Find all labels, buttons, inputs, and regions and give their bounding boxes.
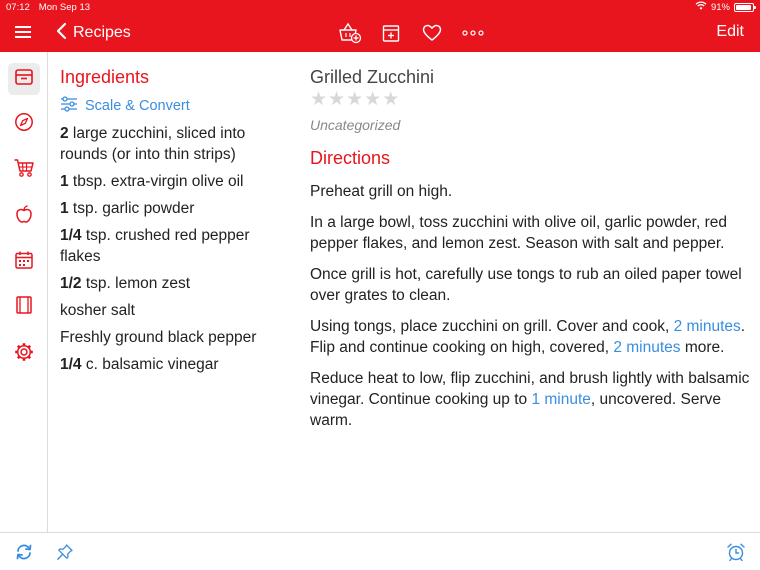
ingredient-qty: 2 xyxy=(60,125,69,142)
scale-convert-label: Scale & Convert xyxy=(85,98,190,114)
back-button[interactable]: Recipes xyxy=(56,20,131,46)
ingredient-text: kosher salt xyxy=(60,302,135,319)
star-icon[interactable]: ★ xyxy=(346,90,363,109)
ingredient-qty: 1/4 xyxy=(60,227,82,244)
ingredients-title: Ingredients xyxy=(60,67,150,87)
ingredient-item[interactable]: Freshly ground black pepper xyxy=(60,327,292,348)
sidebar-item-pantry[interactable] xyxy=(8,200,40,232)
status-time: 07:12 xyxy=(6,1,30,13)
sidebar-item-recipes[interactable] xyxy=(8,63,40,95)
battery-icon xyxy=(734,2,756,12)
bottom-toolbar xyxy=(0,532,760,570)
ingredients-list: 2 large zucchini, sliced into rounds (or… xyxy=(60,123,292,375)
sidebar-item-settings[interactable] xyxy=(8,338,40,370)
ingredient-qty: 1/2 xyxy=(60,275,82,292)
heart-icon[interactable] xyxy=(420,21,444,45)
menu-icon[interactable] xyxy=(14,23,32,41)
cart-icon xyxy=(13,158,35,183)
ingredient-item[interactable]: 2 large zucchini, sliced into rounds (or… xyxy=(60,123,292,165)
step-text: Using tongs, place zucchini on grill. Co… xyxy=(310,318,674,335)
directions-list: Preheat grill on high. In a large bowl, … xyxy=(310,181,750,431)
ingredient-text: tsp. crushed red pepper flakes xyxy=(60,227,250,265)
more-icon[interactable] xyxy=(461,21,485,45)
nav-bar: Recipes Edit xyxy=(0,14,760,52)
ingredient-text: large zucchini, sliced into rounds (or i… xyxy=(60,125,246,163)
chevron-left-icon xyxy=(56,22,67,45)
ingredient-item[interactable]: 1 tbsp. extra-virgin olive oil xyxy=(60,171,292,192)
ingredient-qty: 1 xyxy=(60,200,69,217)
recipe-box-icon xyxy=(14,67,34,92)
direction-step: Preheat grill on high. xyxy=(310,183,453,200)
timer-link[interactable]: 2 minutes xyxy=(613,339,680,356)
edit-button[interactable]: Edit xyxy=(716,23,744,41)
pin-icon[interactable] xyxy=(56,543,74,561)
direction-step: Using tongs, place zucchini on grill. Co… xyxy=(310,316,750,358)
recipe-title: Grilled Zucchini xyxy=(310,67,435,87)
compass-icon xyxy=(14,112,34,137)
status-bar: 07:12 Mon Sep 13 91% xyxy=(0,0,760,14)
timer-link[interactable]: 2 minutes xyxy=(674,318,741,335)
ingredient-item[interactable]: 1/4 c. balsamic vinegar xyxy=(60,354,292,375)
ingredient-item[interactable]: 1/4 tsp. crushed red pepper flakes xyxy=(60,225,292,267)
book-icon xyxy=(14,295,34,320)
directions-title: Directions xyxy=(310,148,391,168)
ingredient-qty: 1 xyxy=(60,173,69,190)
star-rating[interactable]: ★ ★ ★ ★ ★ xyxy=(310,90,750,109)
sidebar-item-groceries[interactable] xyxy=(8,154,40,186)
step-text: more. xyxy=(680,339,725,356)
star-icon[interactable]: ★ xyxy=(310,90,327,109)
ingredient-item[interactable]: 1/2 tsp. lemon zest xyxy=(60,273,292,294)
ingredient-text: tbsp. extra-virgin olive oil xyxy=(68,173,244,190)
ingredient-item[interactable]: 1 tsp. garlic powder xyxy=(60,198,292,219)
ingredient-text: tsp. lemon zest xyxy=(81,275,191,292)
sidebar-item-cookbooks[interactable] xyxy=(8,291,40,323)
wifi-icon xyxy=(695,1,707,13)
ingredient-item[interactable]: kosher salt xyxy=(60,300,292,321)
ingredient-text: Freshly ground black pepper xyxy=(60,329,257,346)
nav-actions xyxy=(338,21,485,45)
sidebar-item-meal-planner[interactable] xyxy=(8,246,40,278)
star-icon[interactable]: ★ xyxy=(382,90,399,109)
scale-convert-button[interactable]: Scale & Convert xyxy=(60,96,292,116)
direction-step: In a large bowl, toss zucchini with oliv… xyxy=(310,214,727,252)
sync-icon[interactable] xyxy=(15,543,33,561)
sidebar xyxy=(0,52,48,532)
sidebar-item-browse[interactable] xyxy=(8,108,40,140)
star-icon[interactable]: ★ xyxy=(364,90,381,109)
status-date: Mon Sep 13 xyxy=(38,1,91,13)
alarm-clock-icon[interactable] xyxy=(726,542,746,562)
ingredient-qty: 1/4 xyxy=(60,356,82,373)
gear-icon xyxy=(14,342,34,367)
direction-step: Once grill is hot, carefully use tongs t… xyxy=(310,266,742,304)
basket-add-icon[interactable] xyxy=(338,21,362,45)
back-label: Recipes xyxy=(73,24,131,41)
battery-percent: 91% xyxy=(710,1,730,13)
ingredient-text: c. balsamic vinegar xyxy=(81,356,219,373)
battery-fill xyxy=(736,4,751,10)
direction-step: Reduce heat to low, flip zucchini, and b… xyxy=(310,368,750,431)
timer-link[interactable]: 1 minute xyxy=(531,391,590,408)
apple-icon xyxy=(14,204,34,229)
ingredients-panel: Ingredients Scale & Convert 2 large zucc… xyxy=(60,66,292,381)
recipe-category: Uncategorized xyxy=(310,117,401,133)
sliders-icon xyxy=(60,96,78,116)
star-icon[interactable]: ★ xyxy=(328,90,345,109)
add-to-planner-icon[interactable] xyxy=(379,21,403,45)
ingredient-text: tsp. garlic powder xyxy=(68,200,195,217)
recipe-detail: Grilled Zucchini ★ ★ ★ ★ ★ Uncategorized… xyxy=(310,66,750,441)
calendar-icon xyxy=(14,250,34,275)
